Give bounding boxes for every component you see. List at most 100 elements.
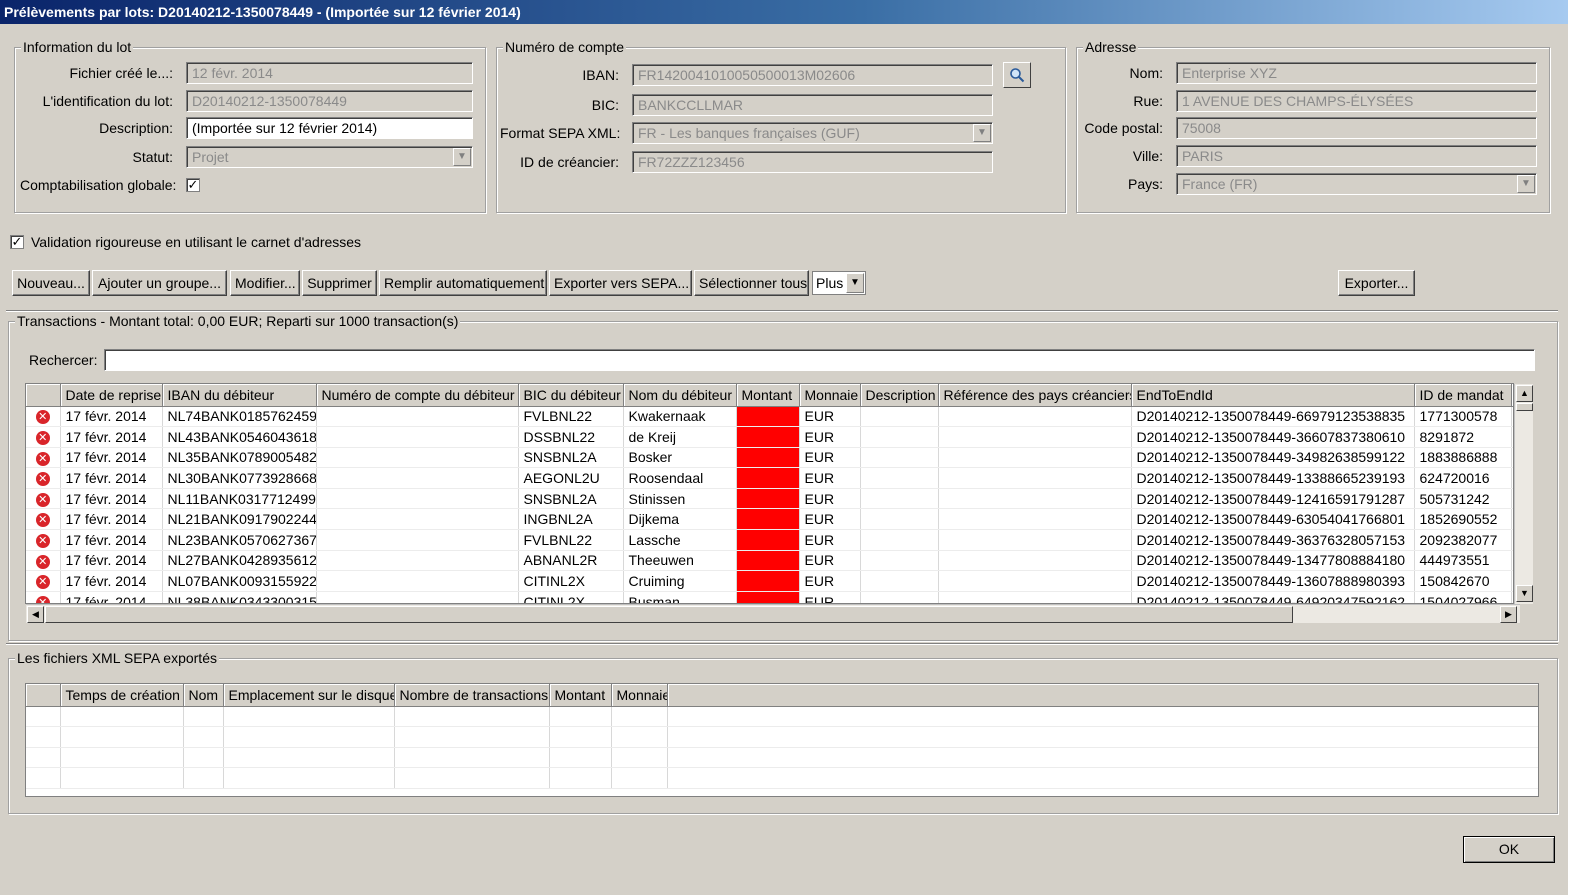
table-cell: Stinissen	[623, 488, 737, 510]
more-dropdown-icon[interactable]: ▼	[846, 273, 864, 293]
column-header[interactable]: ID de mandat	[1414, 384, 1512, 407]
search-icon	[1010, 68, 1025, 83]
column-header[interactable]: IBAN du débiteur	[162, 384, 317, 407]
column-header[interactable]: BIC du débiteur	[518, 384, 624, 407]
column-header[interactable]: EndToEndId	[1131, 384, 1415, 407]
table-row[interactable]: ✕ 17 févr. 2014 NL43BANK0546043618 DSSBNL22…	[26, 426, 1513, 448]
table-cell	[938, 529, 1132, 551]
transactions-horizontal-scrollbar[interactable]: ◀ ▶	[26, 604, 1520, 623]
column-header-status[interactable]	[26, 384, 61, 407]
table-cell: 17 févr. 2014	[60, 447, 163, 469]
table-row[interactable]: ✕ 17 févr. 2014 NL07BANK0093155922 CITINL2X…	[26, 570, 1513, 592]
column-header[interactable]: Temps de création	[60, 684, 184, 707]
window-edge	[1568, 0, 1595, 895]
country-dropdown-icon[interactable]: ▼	[1517, 175, 1535, 193]
row-status-cell: ✕	[26, 591, 61, 603]
column-header[interactable]: Nombre de transactions	[394, 684, 550, 707]
iban-lookup-button[interactable]	[1003, 62, 1031, 88]
error-icon: ✕	[35, 431, 50, 446]
country-select[interactable]: France (FR) ▼	[1176, 173, 1537, 195]
status-select[interactable]: Projet ▼	[186, 146, 473, 168]
table-cell: 17 févr. 2014	[60, 508, 163, 531]
table-row[interactable]: ✕ 17 févr. 2014 NL30BANK0773928668 AEGONL2U…	[26, 467, 1513, 489]
description-input[interactable]: (Importée sur 12 février 2014)	[186, 117, 473, 139]
column-header[interactable]: Description	[860, 384, 939, 407]
table-cell: Theeuwen	[623, 550, 737, 572]
transactions-panel-top	[6, 310, 1558, 312]
status-dropdown-icon[interactable]: ▼	[453, 148, 471, 166]
scroll-up-arrow-icon[interactable]: ▲	[1516, 385, 1533, 402]
search-input[interactable]	[104, 349, 1535, 371]
new-button[interactable]: Nouveau...	[12, 270, 90, 296]
horizontal-scroll-thumb[interactable]	[45, 606, 1293, 623]
scroll-right-arrow-icon[interactable]: ▶	[1500, 606, 1517, 623]
sepa-format-dropdown-icon[interactable]: ▼	[973, 124, 991, 142]
column-header[interactable]: Monnaie	[799, 384, 861, 407]
table-cell	[736, 488, 800, 510]
table-cell: NL11BANK0317712499	[162, 488, 317, 510]
column-header[interactable]: Monnaie	[611, 684, 668, 707]
column-header[interactable]: Nom du débiteur	[623, 384, 737, 407]
table-cell: 17 févr. 2014	[60, 488, 163, 510]
table-cell	[736, 591, 800, 603]
search-label: Rechercer:	[29, 352, 98, 368]
row-status-cell: ✕	[26, 508, 61, 531]
more-select[interactable]: Plus ▼	[812, 271, 866, 295]
column-header[interactable]: Emplacement sur le disque	[223, 684, 395, 707]
transactions-vertical-scrollbar[interactable]: ▲ ▼	[1514, 384, 1533, 604]
column-header[interactable]: Date de reprise	[60, 384, 163, 407]
export-button[interactable]: Exporter...	[1338, 270, 1415, 296]
scroll-down-arrow-icon[interactable]: ▼	[1516, 585, 1533, 602]
exported-header-row: Temps de création Nom Emplacement sur le…	[26, 684, 1538, 707]
strict-validation-label[interactable]: Validation rigoureuse en utilisant le ca…	[31, 231, 361, 253]
autofill-button[interactable]: Remplir automatiquement	[379, 270, 547, 296]
table-cell: D20140212-1350078449-13477808884180	[1131, 550, 1415, 572]
scroll-left-arrow-icon[interactable]: ◀	[27, 606, 44, 623]
ok-button[interactable]: OK	[1463, 836, 1555, 863]
table-row[interactable]: ✕ 17 févr. 2014 NL35BANK0789005482 SNSBNL2A…	[26, 447, 1513, 469]
table-row[interactable]: ✕ 17 févr. 2014 NL27BANK0428935612 ABNANL2R…	[26, 550, 1513, 572]
table-cell: de Kreij	[623, 426, 737, 448]
window-title-bar[interactable]: Prélèvements par lots: D20140212-1350078…	[0, 0, 1568, 24]
add-group-button[interactable]: Ajouter un groupe...	[92, 270, 227, 296]
vertical-scroll-thumb[interactable]	[1516, 403, 1533, 411]
table-cell	[611, 747, 668, 769]
table-cell: 1771300578	[1414, 406, 1512, 428]
column-header-status[interactable]	[26, 684, 61, 707]
strict-validation-checkbox[interactable]: ✓	[10, 235, 24, 249]
select-all-button[interactable]: Sélectionner tous	[694, 270, 809, 296]
table-cell	[938, 508, 1132, 531]
table-cell: D20140212-1350078449-34982638599122	[1131, 447, 1415, 469]
global-accounting-checkbox[interactable]: ✓	[186, 178, 200, 192]
table-cell	[938, 447, 1132, 469]
column-header[interactable]: Nom	[183, 684, 224, 707]
table-cell: 150842670	[1414, 570, 1512, 592]
table-cell	[26, 726, 61, 748]
table-row[interactable]: ✕ 17 févr. 2014 NL74BANK0185762459 FVLBNL22…	[26, 406, 1513, 428]
column-header[interactable]: Numéro de compte du débiteur	[316, 384, 519, 407]
column-header[interactable]: Référence des pays créanciers	[938, 384, 1132, 407]
row-status-cell: ✕	[26, 426, 61, 448]
export-sepa-button[interactable]: Exporter vers SEPA...	[549, 270, 692, 296]
table-cell	[938, 467, 1132, 489]
table-cell: SNSBNL2A	[518, 488, 624, 510]
table-cell: Bosker	[623, 447, 737, 469]
table-cell	[938, 591, 1132, 603]
delete-button[interactable]: Supprimer	[302, 270, 377, 296]
table-row[interactable]: ✕ 17 févr. 2014 NL11BANK0317712499 SNSBNL2A…	[26, 488, 1513, 510]
table-row[interactable]: ✕ 17 févr. 2014 NL21BANK0917902244 INGBNL2A…	[26, 508, 1513, 531]
sepa-format-select[interactable]: FR - Les banques françaises (GUF) ▼	[632, 122, 993, 144]
table-cell: D20140212-1350078449-13607888980393	[1131, 570, 1415, 592]
column-header[interactable]: Montant	[549, 684, 612, 707]
transactions-legend: Transactions - Montant total: 0,00 EUR; …	[15, 313, 461, 329]
table-row[interactable]: ✕ 17 févr. 2014 NL23BANK0570627367 FVLBNL22…	[26, 529, 1513, 551]
table-cell	[860, 591, 939, 603]
table-cell	[549, 747, 612, 769]
iban-field: FR1420041010050500013M02606	[632, 64, 993, 86]
lot-id-label: L'identification du lot:	[42, 93, 173, 109]
transactions-table: Date de reprise IBAN du débiteur Numéro …	[25, 383, 1514, 604]
column-header[interactable]: Montant	[736, 384, 800, 407]
table-row[interactable]: ✕ 17 févr. 2014 NL38BANK0343300315 CITINL2X…	[26, 591, 1513, 603]
modify-button[interactable]: Modifier...	[230, 270, 300, 296]
table-cell	[223, 726, 395, 748]
